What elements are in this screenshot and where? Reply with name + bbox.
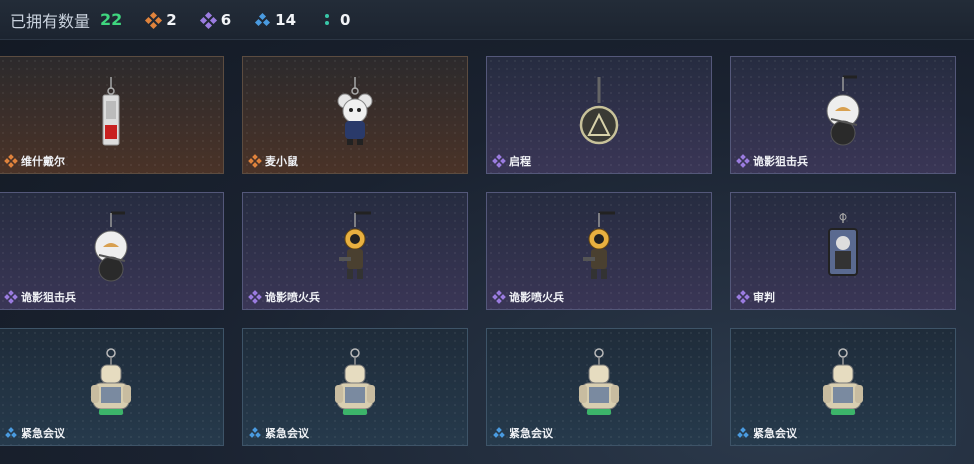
keychain-name: 麦小鼠 <box>265 155 298 168</box>
rarity-count-green-value: 0 <box>340 10 351 29</box>
rarity-count-purple: 6 <box>199 10 232 29</box>
keychain-card[interactable]: 诡影狙击兵 <box>0 192 224 310</box>
keychain-card[interactable]: 紧急会议 <box>242 328 468 446</box>
robot-keychain-icon <box>579 348 619 415</box>
keychain-name: 审判 <box>753 291 775 304</box>
keychain-label: 紧急会议 <box>5 425 65 441</box>
rarity-count-orange-value: 2 <box>166 10 177 29</box>
keychain-card[interactable]: 维什戴尔 <box>0 56 224 174</box>
keychain-name: 诡影喷火兵 <box>265 291 320 304</box>
flamer-keychain-icon <box>583 211 615 279</box>
rarity-count-orange: 2 <box>145 10 177 29</box>
rarity-count-blue-value: 14 <box>275 10 297 29</box>
keychain-label: 审判 <box>736 289 775 305</box>
keychain-name: 紧急会议 <box>753 427 797 440</box>
keychain-label: 紧急会议 <box>249 425 309 441</box>
keychain-card[interactable]: 诡影喷火兵 <box>242 192 468 310</box>
keychain-name: 诡影喷火兵 <box>509 291 564 304</box>
green-dots-icon <box>320 13 334 27</box>
keychain-name: 维什戴尔 <box>21 155 65 168</box>
keychain-card[interactable]: 紧急会议 <box>0 328 224 446</box>
keychain-label: 维什戴尔 <box>4 153 65 169</box>
robot-keychain-icon <box>91 348 131 415</box>
keychain-label: 紧急会议 <box>493 425 553 441</box>
keychain-card[interactable]: 诡影喷火兵 <box>486 192 712 310</box>
blue-rarity-icon <box>5 427 17 439</box>
inventory-header: 已拥有数量 22 2 6 14 0 <box>0 0 974 40</box>
purple-diamond-icon <box>199 11 217 29</box>
orange-rarity-icon <box>4 154 18 168</box>
purple-rarity-icon <box>4 290 18 304</box>
keychain-label: 麦小鼠 <box>248 153 298 169</box>
robot-keychain-icon <box>335 348 375 415</box>
card-keychain-icon <box>828 213 858 276</box>
keychain-label: 启程 <box>492 153 531 169</box>
keychain-name: 诡影狙击兵 <box>753 155 808 168</box>
purple-rarity-icon <box>736 290 750 304</box>
robot-keychain-icon <box>823 348 863 415</box>
keychain-label: 诡影狙击兵 <box>736 153 808 169</box>
purple-rarity-icon <box>736 154 750 168</box>
blue-rarity-icon <box>493 427 505 439</box>
rarity-count-purple-value: 6 <box>220 10 232 29</box>
keychain-label: 紧急会议 <box>737 425 797 441</box>
keychain-card[interactable]: 审判 <box>730 192 956 310</box>
keychain-label: 诡影喷火兵 <box>492 289 564 305</box>
purple-rarity-icon <box>248 290 262 304</box>
keychain-label: 诡影狙击兵 <box>4 289 76 305</box>
owned-count-value: 22 <box>100 10 123 29</box>
keychain-card[interactable]: 紧急会议 <box>730 328 956 446</box>
flamer-keychain-icon <box>339 211 371 279</box>
keychain-label: 诡影喷火兵 <box>248 289 320 305</box>
mouse-keychain-icon <box>337 77 373 145</box>
rarity-count-blue: 14 <box>255 11 296 29</box>
purple-rarity-icon <box>492 290 506 304</box>
rarity-count-green: 0 <box>320 11 350 29</box>
sniper-keychain-icon <box>826 75 860 146</box>
sniper-keychain-icon <box>94 211 128 282</box>
vial-keychain-icon <box>102 77 120 146</box>
keychain-name: 紧急会议 <box>265 427 309 440</box>
keychain-card[interactable]: 紧急会议 <box>486 328 712 446</box>
purple-rarity-icon <box>492 154 506 168</box>
blue-rarity-icon <box>737 427 749 439</box>
medallion-keychain-icon <box>579 77 619 145</box>
blue-rarity-icon <box>249 427 261 439</box>
blue-diamond-icon <box>255 12 271 27</box>
keychain-card[interactable]: 诡影狙击兵 <box>730 56 956 174</box>
orange-diamond-icon <box>145 11 163 29</box>
keychain-name: 紧急会议 <box>509 427 553 440</box>
keychain-name: 紧急会议 <box>21 427 65 440</box>
keychain-name: 诡影狙击兵 <box>21 291 76 304</box>
keychain-name: 启程 <box>509 155 531 168</box>
keychain-card[interactable]: 启程 <box>486 56 712 174</box>
keychain-card[interactable]: 麦小鼠 <box>242 56 468 174</box>
owned-count-label: 已拥有数量 <box>10 11 91 31</box>
orange-rarity-icon <box>248 154 262 168</box>
